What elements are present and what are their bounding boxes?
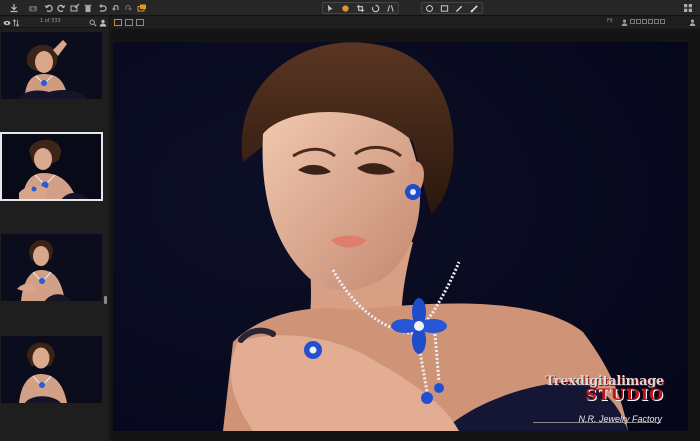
brush-icon[interactable] bbox=[452, 3, 467, 13]
photo-editor-app: 1 of 333 Fit Trexdigitalimage STUDIO N.R… bbox=[0, 0, 700, 441]
person-icon[interactable] bbox=[99, 19, 107, 27]
thumbnail-selected[interactable] bbox=[0, 132, 103, 201]
label-swatch[interactable] bbox=[642, 19, 647, 24]
main-photo[interactable]: Trexdigitalimage STUDIO N.R. Jewelry Fac… bbox=[113, 42, 688, 431]
grid-view-icon[interactable] bbox=[682, 2, 694, 14]
profile-icon[interactable] bbox=[689, 19, 696, 26]
portrait-image bbox=[113, 42, 688, 431]
thumbnail[interactable] bbox=[1, 234, 102, 301]
edit-icon[interactable] bbox=[69, 2, 81, 14]
import-icon[interactable] bbox=[8, 2, 20, 14]
search-icon[interactable] bbox=[89, 19, 97, 27]
compare-layout-button[interactable] bbox=[136, 19, 144, 26]
delete-icon[interactable] bbox=[82, 2, 94, 14]
selection-tools-group bbox=[322, 2, 399, 14]
color-labels bbox=[630, 19, 665, 24]
circle-icon[interactable] bbox=[422, 3, 437, 13]
straighten-icon[interactable] bbox=[368, 3, 383, 13]
eye-icon[interactable] bbox=[3, 19, 11, 27]
label-swatch[interactable] bbox=[648, 19, 653, 24]
label-swatch[interactable] bbox=[630, 19, 635, 24]
filmstrip-header: 1 of 333 bbox=[0, 17, 109, 28]
shape-tools-group bbox=[421, 2, 483, 14]
heal-icon[interactable] bbox=[383, 3, 398, 13]
single-layout-button[interactable] bbox=[125, 19, 133, 26]
camera-icon[interactable] bbox=[27, 2, 39, 14]
user-icon[interactable] bbox=[621, 19, 628, 26]
crop-icon[interactable] bbox=[353, 3, 368, 13]
viewer-header: Fit bbox=[111, 17, 700, 28]
image-viewer: Trexdigitalimage STUDIO N.R. Jewelry Fac… bbox=[111, 29, 700, 441]
undo-alt-icon[interactable] bbox=[110, 2, 122, 14]
sort-icon[interactable] bbox=[12, 19, 20, 27]
grid-layout-button[interactable] bbox=[114, 19, 122, 26]
top-toolbar bbox=[0, 0, 700, 16]
label-swatch[interactable] bbox=[654, 19, 659, 24]
label-swatch[interactable] bbox=[660, 19, 665, 24]
fit-label: Fit bbox=[607, 18, 613, 24]
filmstrip-scrollbar[interactable] bbox=[104, 296, 107, 304]
pan-icon[interactable] bbox=[338, 3, 353, 13]
undo-icon[interactable] bbox=[96, 2, 108, 14]
eraser-icon[interactable] bbox=[467, 3, 482, 13]
credit-text: N.R. Jewelry Factory bbox=[578, 414, 662, 424]
redo-icon[interactable] bbox=[122, 2, 134, 14]
layers-icon[interactable] bbox=[136, 2, 148, 14]
thumbnail[interactable] bbox=[1, 336, 102, 403]
rect-icon[interactable] bbox=[437, 3, 452, 13]
thumbnail[interactable] bbox=[1, 32, 102, 99]
filmstrip-panel: 1 of 333 bbox=[0, 17, 110, 441]
image-counter: 1 of 333 bbox=[40, 18, 61, 24]
rotate-right-icon[interactable] bbox=[55, 2, 67, 14]
label-swatch[interactable] bbox=[636, 19, 641, 24]
studio-watermark: Trexdigitalimage STUDIO bbox=[545, 374, 664, 404]
cursor-icon[interactable] bbox=[323, 3, 338, 13]
rotate-left-icon[interactable] bbox=[43, 2, 55, 14]
